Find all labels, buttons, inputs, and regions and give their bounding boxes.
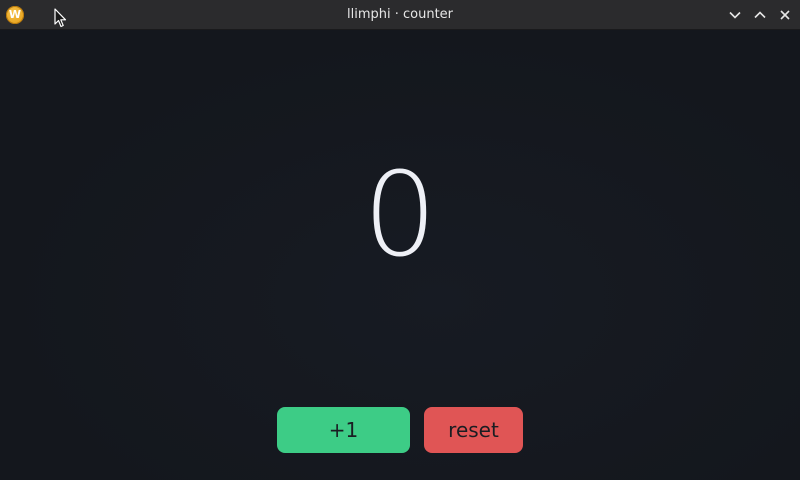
chevron-up-icon	[754, 11, 766, 19]
minimize-button[interactable]	[725, 5, 745, 25]
main-content: 0 +1 reset	[0, 30, 800, 480]
close-button[interactable]	[775, 5, 795, 25]
app-window: W llimphi · counter 0 +1 reset	[0, 0, 800, 480]
reset-button[interactable]: reset	[424, 407, 523, 453]
chevron-down-icon	[729, 11, 741, 19]
titlebar[interactable]: W llimphi · counter	[0, 0, 800, 30]
increment-button[interactable]: +1	[277, 407, 410, 453]
mouse-cursor-icon	[54, 8, 67, 28]
maximize-button[interactable]	[750, 5, 770, 25]
counter-display: 0	[363, 148, 437, 283]
window-title: llimphi · counter	[346, 7, 454, 22]
close-icon	[780, 10, 790, 20]
